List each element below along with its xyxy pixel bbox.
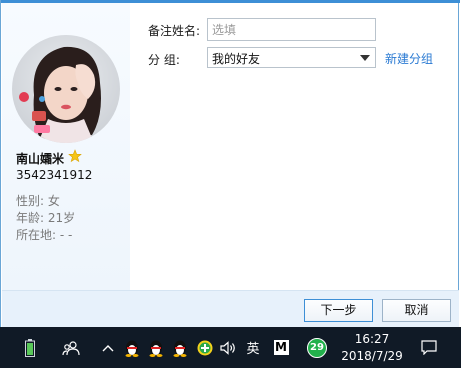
vip-star-icon xyxy=(68,149,82,163)
avatar-photo xyxy=(12,35,120,143)
security-badge[interactable]: 29 xyxy=(305,327,329,368)
battery-icon[interactable] xyxy=(20,327,40,368)
taskbar-clock[interactable]: 16:27 2018/7/29 xyxy=(338,331,406,365)
chevron-up-icon[interactable] xyxy=(100,327,116,368)
qq-penguin-icon[interactable] xyxy=(146,327,166,368)
clock-time: 16:27 xyxy=(354,332,390,346)
ime-language-indicator[interactable]: 英 xyxy=(242,327,264,368)
dialog-footer: 下一步 取消 xyxy=(2,290,459,327)
cancel-button[interactable]: 取消 xyxy=(382,299,451,322)
avatar xyxy=(12,35,120,143)
next-button[interactable]: 下一步 xyxy=(304,299,373,322)
windows-taskbar: 英 M 29 16:27 2018/7/29 xyxy=(0,327,461,368)
contact-nickname: 南山孀米 xyxy=(16,152,65,166)
chevron-down-icon xyxy=(360,55,370,61)
add-friend-dialog: 南山孀米 3542341912 性别: 女 年龄: 21岁 所在地: - - 备… xyxy=(0,0,460,327)
clock-date: 2018/7/29 xyxy=(341,349,403,363)
ime-mode-indicator[interactable]: M xyxy=(271,327,291,368)
contact-age: 年龄: 21岁 xyxy=(16,211,76,225)
group-label: 分 组: xyxy=(148,53,180,67)
green-plus-icon[interactable] xyxy=(195,327,215,368)
contact-gender: 性别: 女 xyxy=(16,194,60,208)
notification-icon[interactable] xyxy=(418,327,440,368)
qq-penguin-icon[interactable] xyxy=(170,327,190,368)
contact-location: 所在地: - - xyxy=(16,228,73,242)
security-badge-count: 29 xyxy=(307,337,327,358)
contact-qq-number: 3542341912 xyxy=(16,168,93,182)
remark-name-input[interactable] xyxy=(207,18,376,41)
remark-name-label: 备注姓名: xyxy=(148,24,201,38)
speaker-icon[interactable] xyxy=(218,327,240,368)
group-select[interactable]: 我的好友 xyxy=(207,47,376,68)
group-select-value: 我的好友 xyxy=(212,52,261,66)
ime-mode-label: M xyxy=(273,340,289,355)
qq-penguin-icon[interactable] xyxy=(122,327,142,368)
people-icon[interactable] xyxy=(60,327,82,368)
new-group-link[interactable]: 新建分组 xyxy=(385,50,433,67)
